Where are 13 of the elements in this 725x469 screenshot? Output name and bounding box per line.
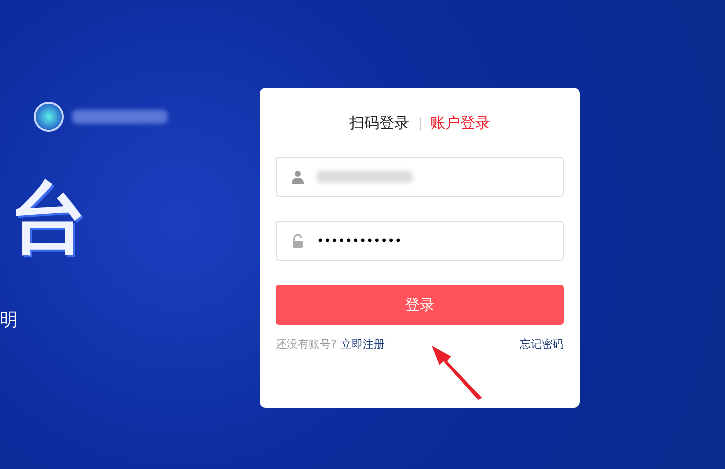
register-prompt: 还没有账号? bbox=[276, 337, 337, 352]
login-tab[interactable]: 扫码登录 bbox=[350, 114, 410, 133]
logo-icon bbox=[36, 104, 62, 130]
password-field[interactable]: •••••••••••• bbox=[276, 221, 564, 261]
username-field[interactable] bbox=[276, 157, 564, 197]
user-icon bbox=[291, 170, 305, 184]
forgot-password-link[interactable]: 忘记密码 bbox=[520, 337, 564, 352]
login-tab[interactable]: 账户登录 bbox=[430, 114, 490, 133]
register-link[interactable]: 立即注册 bbox=[340, 337, 385, 352]
lock-icon bbox=[291, 234, 305, 248]
password-dots: •••••••••••• bbox=[317, 234, 403, 248]
hero-title: 台 bbox=[10, 180, 89, 258]
hero-subtitle: 明 bbox=[0, 309, 19, 332]
